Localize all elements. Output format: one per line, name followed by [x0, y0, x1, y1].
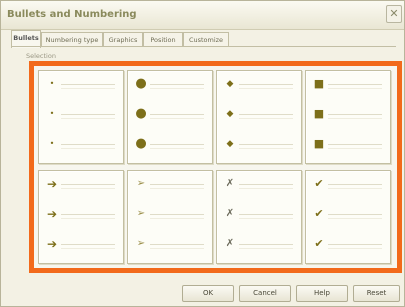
bullet-style-arrowhead[interactable]: ➢ ➢ ➢ [127, 170, 213, 264]
arrowhead-icon: ➢ [136, 238, 146, 249]
text-line [328, 114, 382, 115]
text-line [150, 148, 204, 149]
text-line [328, 244, 382, 245]
large-circle-icon: ● [135, 106, 147, 121]
small-dot-icon: • [49, 109, 55, 118]
text-line [150, 114, 204, 115]
text-line [239, 118, 293, 119]
text-line [150, 188, 204, 189]
text-line [239, 144, 293, 145]
text-line [61, 144, 115, 145]
diamond-icon: ◆ [226, 139, 234, 149]
arrow-icon: ➔ [46, 207, 58, 221]
text-line [61, 84, 115, 85]
dialog-title: Bullets and Numbering [7, 9, 137, 20]
tab-numbering-type[interactable]: Numbering type [41, 32, 103, 47]
close-icon[interactable]: ✕ [386, 5, 402, 23]
text-line [150, 248, 204, 249]
text-line [150, 244, 204, 245]
text-line [150, 144, 204, 145]
text-line [61, 218, 115, 219]
square-icon: ■ [313, 77, 325, 90]
tab-customize[interactable]: Customize [183, 32, 229, 47]
text-line [150, 118, 204, 119]
text-line [61, 148, 115, 149]
text-line [61, 88, 115, 89]
x-mark-icon: ✗ [225, 178, 235, 189]
text-line [328, 84, 382, 85]
help-button[interactable]: Help [296, 285, 348, 302]
text-line [150, 84, 204, 85]
check-mark-icon: ✔ [314, 207, 324, 220]
bullet-style-check-mark[interactable]: ✔ ✔ ✔ [305, 170, 391, 264]
tab-graphics[interactable]: Graphics [103, 32, 143, 47]
bullet-style-diamond[interactable]: ◆ ◆ ◆ [216, 70, 302, 164]
bullet-style-square[interactable]: ■ ■ ■ [305, 70, 391, 164]
ok-button[interactable]: OK [182, 285, 234, 302]
bullet-selection-frame: • • • ● ● ● ◆ ◆ ◆ ■ ■ ■ ➔ ➔ ➔ ➢ ➢ ➢ ✗ ✗ … [29, 61, 402, 273]
reset-button[interactable]: Reset [353, 285, 400, 302]
arrowhead-icon: ➢ [136, 208, 146, 219]
bullet-style-x-mark[interactable]: ✗ ✗ ✗ [216, 170, 302, 264]
check-mark-icon: ✔ [314, 237, 324, 250]
text-line [328, 148, 382, 149]
text-line [61, 244, 115, 245]
text-line [61, 248, 115, 249]
text-line [150, 184, 204, 185]
text-line [61, 118, 115, 119]
text-line [61, 114, 115, 115]
large-circle-icon: ● [135, 76, 147, 91]
text-line [150, 218, 204, 219]
text-line [239, 84, 293, 85]
text-line [328, 88, 382, 89]
text-line [61, 188, 115, 189]
tab-position[interactable]: Position [143, 32, 183, 47]
text-line [239, 218, 293, 219]
bullet-style-grid: • • • ● ● ● ◆ ◆ ◆ ■ ■ ■ ➔ ➔ ➔ ➢ ➢ ➢ ✗ ✗ … [38, 70, 393, 264]
x-mark-icon: ✗ [225, 238, 235, 249]
small-dot-icon: • [49, 79, 55, 88]
text-line [150, 214, 204, 215]
text-line [61, 184, 115, 185]
selection-label: Selection [26, 52, 56, 60]
tab-divider [11, 46, 396, 47]
bullet-style-small-dot[interactable]: • • • [38, 70, 124, 164]
cancel-button[interactable]: Cancel [239, 285, 291, 302]
arrow-icon: ➔ [46, 177, 58, 191]
title-bar[interactable]: Bullets and Numbering ✕ [1, 1, 404, 30]
diamond-icon: ◆ [226, 79, 234, 89]
square-icon: ■ [313, 137, 325, 150]
text-line [328, 188, 382, 189]
text-line [328, 184, 382, 185]
text-line [239, 244, 293, 245]
text-line [328, 248, 382, 249]
square-icon: ■ [313, 107, 325, 120]
arrowhead-icon: ➢ [136, 178, 146, 189]
text-line [328, 118, 382, 119]
x-mark-icon: ✗ [225, 208, 235, 219]
text-line [239, 188, 293, 189]
text-line [239, 184, 293, 185]
text-line [150, 88, 204, 89]
small-dot-icon: • [49, 139, 55, 148]
bullets-numbering-dialog: Bullets and Numbering ✕ Bullets Numberin… [0, 0, 405, 307]
text-line [61, 214, 115, 215]
arrow-icon: ➔ [46, 237, 58, 251]
text-line [239, 114, 293, 115]
text-line [328, 214, 382, 215]
text-line [239, 214, 293, 215]
check-mark-icon: ✔ [314, 177, 324, 190]
bullet-style-arrow[interactable]: ➔ ➔ ➔ [38, 170, 124, 264]
bullet-style-large-circle[interactable]: ● ● ● [127, 70, 213, 164]
text-line [239, 248, 293, 249]
text-line [239, 148, 293, 149]
text-line [239, 88, 293, 89]
text-line [328, 218, 382, 219]
large-circle-icon: ● [135, 136, 147, 151]
diamond-icon: ◆ [226, 109, 234, 119]
text-line [328, 144, 382, 145]
